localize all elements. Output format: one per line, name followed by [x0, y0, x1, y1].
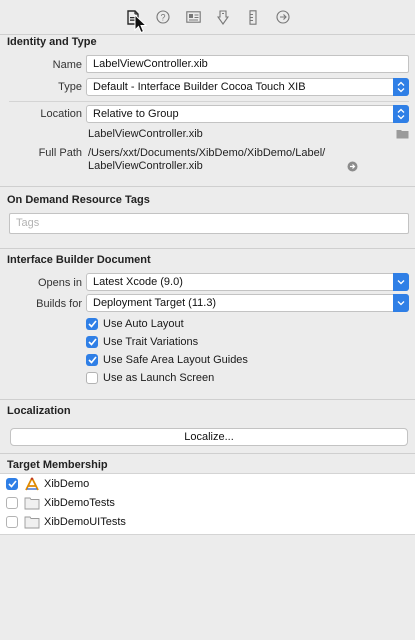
opens-in-value: Latest Xcode (9.0)	[93, 276, 183, 288]
builds-for-label: Builds for	[36, 298, 82, 310]
full-path-line2: LabelViewController.xib	[88, 160, 203, 172]
use-safe-area-checkbox[interactable]: Use Safe Area Layout Guides	[86, 352, 248, 368]
target-name: XibDemoUITests	[44, 516, 126, 528]
folder-icon[interactable]	[396, 129, 409, 139]
popup-arrows-icon	[393, 294, 409, 312]
target-membership-section-title: Target Membership	[7, 459, 108, 471]
target-name: XibDemo	[44, 478, 90, 490]
reveal-in-finder-arrow-icon[interactable]	[347, 161, 358, 172]
localization-section-title: Localization	[7, 405, 71, 417]
empty-checkbox-icon	[6, 516, 18, 528]
checkmark-icon	[6, 478, 18, 490]
location-file-name: LabelViewController.xib	[88, 128, 203, 140]
location-popup-value: Relative to Group	[93, 108, 179, 120]
section-separator	[0, 186, 415, 187]
full-path-label: Full Path	[38, 147, 82, 159]
popup-arrows-icon	[393, 273, 409, 291]
inspector-toolbar: ?	[0, 0, 415, 35]
identity-section-title: Identity and Type	[7, 36, 97, 48]
opens-in-popup[interactable]: Latest Xcode (9.0)	[86, 273, 409, 291]
location-popup[interactable]: Relative to Group	[86, 105, 409, 123]
use-as-launch-screen-checkbox[interactable]: Use as Launch Screen	[86, 370, 214, 386]
builds-for-value: Deployment Target (11.3)	[93, 297, 217, 309]
full-path-line1: /Users/xxt/Documents/XibDemo/XibDemo/Lab…	[88, 147, 326, 159]
tags-placeholder: Tags	[16, 217, 40, 229]
localize-button[interactable]: Localize...	[10, 428, 408, 446]
use-as-launch-screen-label: Use as Launch Screen	[103, 372, 215, 384]
popup-arrows-icon	[393, 78, 409, 96]
empty-checkbox-icon	[86, 372, 98, 384]
svg-text:?: ?	[160, 13, 165, 23]
checkmark-icon	[86, 318, 98, 330]
connections-inspector-icon[interactable]	[274, 8, 292, 26]
app-target-icon	[24, 477, 40, 491]
size-inspector-icon[interactable]	[244, 8, 262, 26]
section-separator	[0, 399, 415, 400]
type-label: Type	[58, 81, 82, 93]
tags-input[interactable]: Tags	[9, 213, 409, 234]
identity-inner-separator	[9, 101, 409, 102]
use-safe-area-label: Use Safe Area Layout Guides	[103, 354, 248, 366]
builds-for-popup[interactable]: Deployment Target (11.3)	[86, 294, 409, 312]
use-auto-layout-label: Use Auto Layout	[103, 318, 184, 330]
empty-checkbox-icon	[6, 497, 18, 509]
ibd-section-title: Interface Builder Document	[7, 254, 151, 266]
target-name: XibDemoTests	[44, 497, 115, 509]
use-trait-variations-label: Use Trait Variations	[103, 336, 199, 348]
target-row-xibdemouitests[interactable]: XibDemoUITests	[6, 513, 126, 531]
location-label: Location	[40, 108, 82, 120]
checkmark-icon	[86, 336, 98, 348]
attributes-inspector-icon[interactable]	[214, 8, 232, 26]
odr-section-title: On Demand Resource Tags	[7, 194, 150, 206]
type-popup[interactable]: Default - Interface Builder Cocoa Touch …	[86, 78, 409, 96]
name-label: Name	[52, 59, 82, 71]
type-popup-value: Default - Interface Builder Cocoa Touch …	[93, 81, 306, 93]
quick-help-icon[interactable]: ?	[154, 8, 172, 26]
identity-inspector-icon[interactable]	[184, 8, 202, 26]
checkmark-icon	[86, 354, 98, 366]
mouse-cursor-icon	[134, 14, 148, 34]
use-auto-layout-checkbox[interactable]: Use Auto Layout	[86, 316, 184, 332]
popup-arrows-icon	[393, 105, 409, 123]
section-separator	[0, 248, 415, 249]
target-row-xibdemotests[interactable]: XibDemoTests	[6, 494, 115, 512]
target-membership-list: XibDemo XibDemoTests XibDemoUITests	[0, 473, 415, 535]
target-row-xibdemo[interactable]: XibDemo	[6, 475, 89, 493]
section-separator	[0, 453, 415, 454]
opens-in-label: Opens in	[37, 277, 82, 289]
test-bundle-icon	[24, 496, 40, 510]
test-bundle-icon	[24, 515, 40, 529]
use-trait-variations-checkbox[interactable]: Use Trait Variations	[86, 334, 198, 350]
name-field[interactable]: LabelViewController.xib	[86, 55, 409, 73]
